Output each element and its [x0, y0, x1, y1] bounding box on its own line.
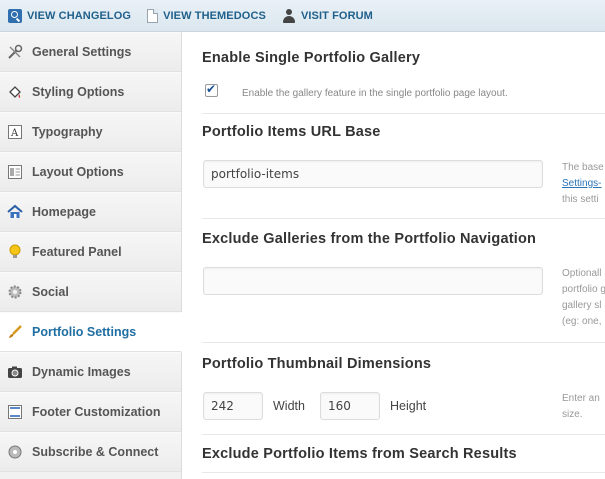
camera-icon	[7, 364, 23, 380]
exclude-galleries-help-line: portfolio g	[562, 284, 605, 295]
sidebar-item-label: Footer Customization	[32, 405, 161, 419]
sidebar-item-label: Homepage	[32, 205, 96, 219]
sidebar-item-dynamic-images[interactable]: Dynamic Images	[0, 352, 181, 392]
exclude-search-section-title: Exclude Portfolio Items from Search Resu…	[202, 446, 517, 462]
settings-link[interactable]: Settings-	[562, 176, 604, 192]
divider	[202, 472, 605, 473]
sidebar-item-label: Social	[32, 285, 69, 299]
exclude-galleries-input[interactable]	[203, 267, 543, 295]
url-base-help: The base Settings- this setti	[562, 160, 604, 208]
divider	[202, 113, 605, 114]
url-base-section-title: Portfolio Items URL Base	[202, 124, 381, 140]
sidebar-item-layout-options[interactable]: Layout Options	[0, 152, 181, 192]
sidebar-item-styling-options[interactable]: Styling Options	[0, 72, 181, 112]
visit-forum-link[interactable]: VISIT FORUM	[282, 8, 373, 23]
url-base-help-line: this setti	[562, 194, 599, 205]
exclude-galleries-help-line: Optionall	[562, 268, 602, 279]
sidebar-item-typography[interactable]: A Typography	[0, 112, 181, 152]
top-toolbar: VIEW CHANGELOG VIEW THEMEDOCS VISIT FORU…	[0, 0, 605, 32]
sidebar-item-homepage[interactable]: Homepage	[0, 192, 181, 232]
thumbnail-width-input[interactable]: 242	[203, 392, 263, 420]
document-icon	[147, 8, 159, 23]
height-label: Height	[390, 399, 427, 413]
gear-icon	[7, 284, 23, 300]
sidebar-item-label: Layout Options	[32, 165, 124, 179]
sidebar-item-label: Featured Panel	[32, 245, 122, 259]
exclude-galleries-help-line: gallery sl	[562, 300, 602, 311]
search-icon	[8, 8, 22, 23]
sidebar-item-label: Dynamic Images	[32, 365, 131, 379]
thumbnail-help-line: Enter an	[562, 393, 600, 404]
gallery-section-title: Enable Single Portfolio Gallery	[202, 50, 421, 66]
home-icon	[7, 204, 23, 220]
visit-forum-label: VISIT FORUM	[300, 9, 373, 22]
lightbulb-icon	[7, 244, 23, 260]
thumbnail-height-input[interactable]: 160	[320, 392, 380, 420]
settings-sidebar: General Settings Styling Options A Typog…	[0, 32, 182, 479]
text-icon: A	[7, 124, 23, 140]
sidebar-item-label: Typography	[32, 125, 103, 139]
sidebar-item-footer-customization[interactable]: Footer Customization	[0, 392, 181, 432]
brush-icon	[7, 324, 23, 340]
footer-icon	[7, 404, 23, 420]
person-icon	[282, 8, 296, 23]
connect-icon	[7, 444, 23, 460]
tools-icon	[7, 44, 23, 60]
gallery-description: Enable the gallery feature in the single…	[242, 88, 508, 99]
sidebar-item-general-settings[interactable]: General Settings	[0, 32, 181, 72]
view-changelog-label: VIEW CHANGELOG	[27, 9, 132, 22]
width-label: Width	[273, 399, 305, 413]
exclude-galleries-help: Optionall portfolio g gallery sl (eg: on…	[562, 266, 605, 330]
portfolio-settings-panel: Enable Single Portfolio Gallery Enable t…	[183, 32, 605, 479]
thumbnail-help-line: size.	[562, 409, 583, 420]
sidebar-item-label: Styling Options	[32, 85, 125, 99]
paint-bucket-icon	[7, 84, 23, 100]
svg-text:A: A	[10, 128, 19, 139]
sidebar-item-label: Portfolio Settings	[32, 325, 137, 339]
layout-icon	[7, 164, 23, 180]
sidebar-item-subscribe-connect[interactable]: Subscribe & Connect	[0, 432, 181, 472]
exclude-galleries-help-line: (eg: one,	[562, 316, 602, 327]
divider	[202, 342, 605, 343]
view-changelog-link[interactable]: VIEW CHANGELOG	[8, 8, 132, 23]
url-base-input[interactable]: portfolio-items	[203, 160, 543, 188]
sidebar-item-label: General Settings	[32, 45, 132, 59]
view-themedocs-label: VIEW THEMEDOCS	[163, 9, 266, 22]
sidebar-item-featured-panel[interactable]: Featured Panel	[0, 232, 181, 272]
sidebar-item-label: Subscribe & Connect	[32, 445, 159, 459]
url-base-help-line: The base	[562, 162, 604, 173]
divider	[202, 218, 605, 219]
thumbnail-help: Enter an size.	[562, 391, 600, 423]
divider	[202, 434, 605, 435]
enable-gallery-checkbox[interactable]	[205, 82, 218, 97]
sidebar-item-social[interactable]: Social	[0, 272, 181, 312]
thumbnail-section-title: Portfolio Thumbnail Dimensions	[202, 356, 432, 372]
view-themedocs-link[interactable]: VIEW THEMEDOCS	[147, 8, 266, 23]
sidebar-item-portfolio-settings[interactable]: Portfolio Settings	[0, 312, 182, 352]
exclude-galleries-section-title: Exclude Galleries from the Portfolio Nav…	[202, 231, 537, 247]
